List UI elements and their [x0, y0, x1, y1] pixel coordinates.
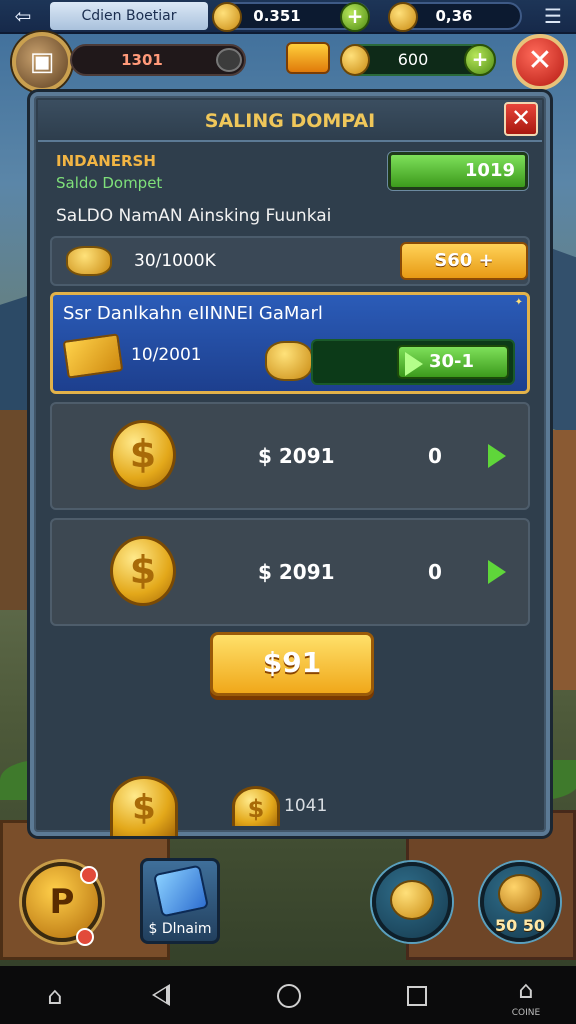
gem-shop-label: $ Dlnaim [148, 921, 212, 937]
coin-offer-price: $ 2091 [258, 560, 335, 584]
coin-offer-row[interactable]: $ $ 2091 0 [50, 518, 530, 626]
wallet-balance-bar: 1019 [388, 152, 528, 190]
wallet-panel: SALING DOMPAI ✕ INDANERSH Saldo Dompet 1… [30, 92, 550, 836]
gem-shop-button[interactable]: $ Dlnaim [140, 858, 220, 944]
trophy-icon [498, 874, 542, 914]
featured-offer-button-label: 30-1 [429, 351, 475, 372]
money-bundle-icon [62, 333, 124, 379]
play-arrow-icon [405, 352, 423, 376]
panel-title: SALING DOMPAI [204, 110, 376, 132]
section-label: INDANERSH [56, 152, 156, 170]
featured-offer-title: Ssr Danlkahn eIINNEI GaMarl [63, 303, 323, 324]
panel-close-button[interactable]: ✕ [504, 102, 538, 136]
home-icon[interactable]: ⌂ [40, 982, 70, 1010]
coin-balance-bar: 600 + [340, 44, 496, 76]
section-heading: SaLDO NamAN Ainsking Fuunkai [56, 206, 332, 226]
back-icon[interactable] [152, 984, 170, 1006]
store-icon[interactable]: ⌂ [511, 976, 541, 1004]
notification-dot [80, 866, 98, 884]
player-name: Cdien Boetiar [50, 2, 208, 30]
featured-offer-bar: 30-1 [311, 339, 515, 385]
play-arrow-icon[interactable] [488, 444, 506, 468]
confirm-purchase-button[interactable]: $91 [210, 632, 374, 696]
wallet-balance-label: Saldo Dompet [56, 174, 163, 192]
panel-header: SALING DOMPAI ✕ [38, 100, 542, 142]
dollar-coin-icon: $ [110, 536, 176, 606]
reward-label: 50 50 [494, 916, 546, 935]
health-value: 1301 [121, 51, 163, 69]
store-label: COINE [511, 1008, 541, 1018]
featured-offer-button[interactable]: 30-1 [397, 345, 509, 379]
add-resource-1-button[interactable]: + [340, 2, 370, 32]
resource-1-value: 0.351 [253, 7, 301, 25]
play-arrow-icon[interactable] [488, 560, 506, 584]
system-navigation-bar: ⌂ ⌂ COINE [0, 966, 576, 1024]
coin-offer-row[interactable]: $ $ 2091 0 [50, 402, 530, 510]
reward-button[interactable]: 50 50 [480, 862, 560, 942]
settings-gear-icon[interactable] [216, 48, 242, 72]
featured-offer-amount: 10/2001 [131, 345, 202, 365]
topup-button[interactable]: S60 + [400, 242, 528, 280]
notification-dot [76, 928, 94, 946]
resource-counter-2: 0,36 [388, 2, 522, 32]
coin-bag-icon [390, 880, 434, 920]
close-icon[interactable]: ✕ [512, 34, 568, 90]
bottom-amount: 1041 [284, 796, 328, 816]
add-coins-button[interactable]: + [464, 44, 496, 76]
dollar-coin-icon: $ [110, 420, 176, 490]
coin-stack-icon [66, 246, 112, 276]
recents-icon[interactable] [407, 986, 427, 1006]
balance-row-amount: 30/1000K [134, 251, 216, 271]
menu-icon[interactable]: ☰ [538, 4, 568, 28]
balance-row: 30/1000K S60 + [50, 236, 530, 286]
wallet-balance-value: 1019 [464, 160, 515, 181]
back-arrow-icon[interactable]: ⇦ [6, 4, 40, 28]
health-bar: 1301 [70, 44, 246, 76]
coin-balance-value: 600 [397, 50, 429, 69]
coin-offer-price: $ 2091 [258, 444, 335, 468]
dollar-coin-icon: $ [110, 776, 178, 836]
avatar[interactable]: ▣ [12, 32, 72, 92]
featured-offer[interactable]: Ssr Danlkahn eIINNEI GaMarl ✦ 10/2001 30… [50, 292, 530, 394]
resource-2-value: 0,36 [435, 7, 473, 25]
coin-offer-count: 0 [428, 444, 442, 468]
resource-counter-1: 0.351 + [212, 2, 370, 32]
dollar-coin-icon: $ [232, 786, 280, 826]
top-bar: ⇦ Cdien Boetiar 0.351 + 0,36 ☰ [0, 0, 576, 34]
coin-bag-button[interactable] [372, 862, 452, 942]
coin-offer-count: 0 [428, 560, 442, 584]
sparkle-icon: ✦ [514, 297, 523, 308]
home-circle-icon[interactable] [277, 984, 301, 1008]
treasure-chest-icon[interactable] [286, 42, 330, 74]
coin-stack-icon [265, 341, 313, 381]
gem-icon [152, 864, 210, 918]
